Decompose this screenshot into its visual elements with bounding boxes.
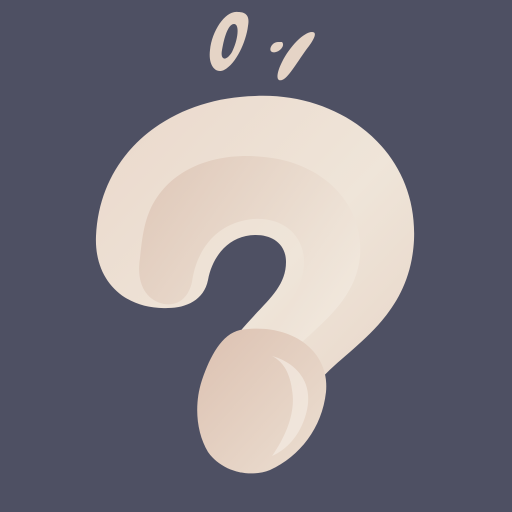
- accent-loop-mark: [209, 11, 249, 72]
- accent-dash-mark: [270, 32, 315, 81]
- floating-accent-marks: [209, 11, 315, 81]
- question-mark-illustration: [95, 11, 415, 474]
- illustration-canvas: [0, 0, 512, 512]
